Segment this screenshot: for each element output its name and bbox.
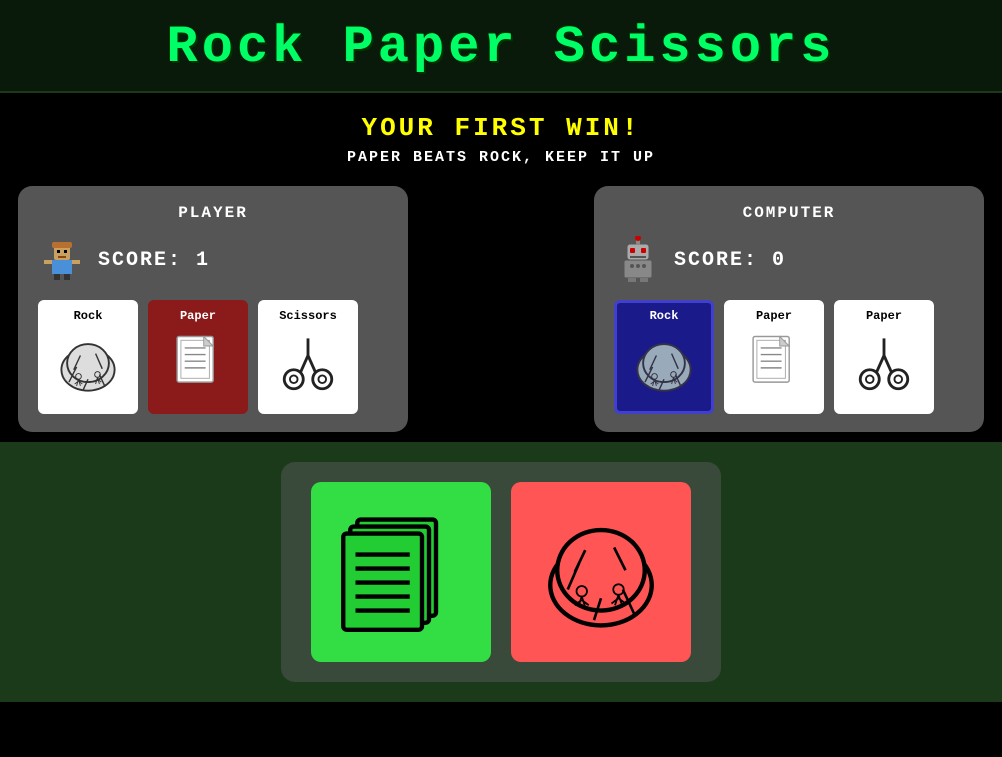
scissors-icon	[270, 327, 346, 403]
bottom-area	[0, 442, 1002, 702]
paper-icon	[160, 327, 236, 403]
computer-scoreboard: COMPUTER	[594, 186, 984, 432]
win-subtitle: PAPER BEATS ROCK, KEEP IT UP	[0, 149, 1002, 166]
computer-paper-icon	[736, 327, 812, 403]
player-score-row: SCORE: 1	[38, 236, 388, 284]
computer-scissors-card: Paper	[834, 300, 934, 414]
computer-avatar	[614, 236, 662, 284]
computer-score-row: SCORE: 0	[614, 236, 964, 284]
big-rock-icon	[531, 502, 671, 642]
computer-label: COMPUTER	[614, 204, 964, 222]
big-paper-icon	[331, 502, 471, 642]
computer-scissors-label: Paper	[845, 309, 923, 323]
player-score: SCORE: 1	[98, 249, 210, 272]
computer-rock-icon	[626, 327, 702, 403]
player-scoreboard: PLAYER SCORE: 1	[18, 186, 408, 432]
player-label: PLAYER	[38, 204, 388, 222]
computer-paper-card: Paper	[724, 300, 824, 414]
computer-cards: Rock	[614, 300, 964, 414]
player-avatar	[38, 236, 86, 284]
computer-paper-label: Paper	[735, 309, 813, 323]
win-banner: YOUR FIRST WIN! PAPER BEATS ROCK, KEEP I…	[0, 93, 1002, 176]
big-paper-card[interactable]	[311, 482, 491, 662]
player-scissors-card[interactable]: Scissors	[258, 300, 358, 414]
player-rock-card[interactable]: Rock	[38, 300, 138, 414]
player-paper-label: Paper	[159, 309, 237, 323]
computer-rock-card: Rock	[614, 300, 714, 414]
big-rock-card[interactable]	[511, 482, 691, 662]
player-scissors-label: Scissors	[269, 309, 347, 323]
computer-score: SCORE: 0	[674, 249, 786, 272]
computer-rock-label: Rock	[625, 309, 703, 323]
player-rock-label: Rock	[49, 309, 127, 323]
choice-panel	[281, 462, 721, 682]
header: Rock Paper Scissors	[0, 0, 1002, 93]
scoreboards: PLAYER SCORE: 1	[0, 176, 1002, 442]
player-cards: Rock	[38, 300, 388, 414]
win-title: YOUR FIRST WIN!	[0, 113, 1002, 143]
computer-scissors-icon	[846, 327, 922, 403]
page-title: Rock Paper Scissors	[0, 18, 1002, 77]
rock-icon	[50, 327, 126, 403]
player-paper-card[interactable]: Paper	[148, 300, 248, 414]
